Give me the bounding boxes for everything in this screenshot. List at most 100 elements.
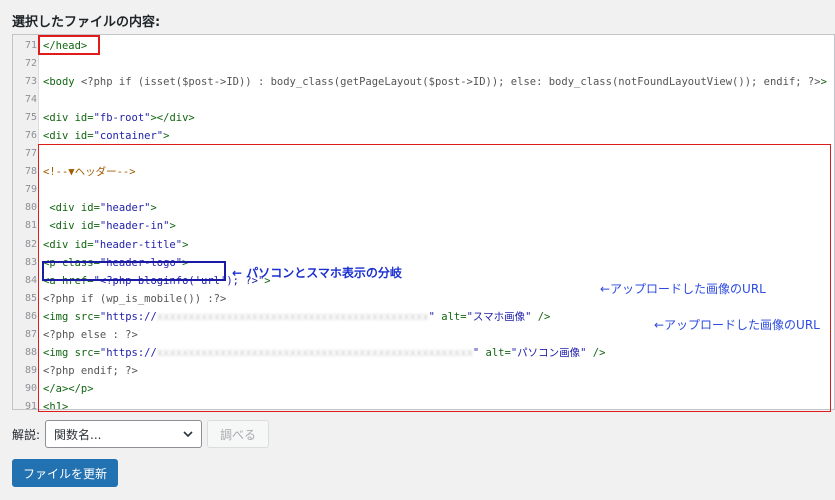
code-token: "header-in"	[99, 220, 170, 233]
mobile-url-annotation: ←アップロードした画像のURL	[600, 282, 766, 296]
code-line[interactable]: 82 <div id="header-title">	[13, 236, 834, 254]
line-number: 87	[24, 328, 37, 340]
code-line[interactable]: 72	[13, 55, 834, 73]
code-token: <div id=	[43, 202, 100, 215]
code-token: alt=	[479, 346, 511, 359]
line-number: 84	[24, 274, 37, 286]
code-line[interactable]: 81 <div id="header-in">	[13, 217, 834, 235]
line-number: 91	[24, 400, 37, 410]
code-token: alt=	[434, 310, 467, 323]
line-number: 72	[24, 58, 37, 70]
code-token: "container"	[93, 130, 164, 143]
line-number: 74	[24, 94, 37, 106]
code-token: "スマホ画像"	[466, 310, 532, 323]
code-line[interactable]: 75 <div id="fb-root"></div>	[13, 109, 834, 127]
code-text: <body <?php if (isset($post->ID)) : body…	[43, 73, 827, 91]
code-token: />	[586, 346, 606, 359]
code-text: <div id="header-in">	[43, 217, 176, 235]
line-number: 73	[24, 76, 37, 88]
chevron-down-icon	[183, 431, 193, 438]
code-text: <div id="container">	[43, 127, 169, 145]
code-token: <div id=	[43, 112, 94, 125]
code-token: </a></p>	[43, 382, 94, 395]
code-token: </head>	[43, 40, 88, 52]
code-token: >	[182, 238, 189, 251]
code-token: <p class=	[43, 256, 100, 269]
code-token: "header"	[99, 202, 151, 215]
code-line[interactable]: 77	[13, 145, 834, 163]
code-token: <?php else : ?>	[43, 328, 138, 341]
code-line[interactable]: 89 <?php endif; ?>	[13, 362, 834, 380]
file-content-title: 選択したファイルの内容:	[12, 15, 161, 30]
line-number: 77	[24, 148, 37, 160]
line-number: 88	[24, 346, 37, 358]
code-line[interactable]: 83 <p class="header-logo">	[13, 254, 834, 272]
code-token: <div id=	[43, 220, 100, 233]
line-number: 86	[24, 310, 37, 322]
code-token: <?php if (wp_is_mobile()) :?>	[43, 292, 227, 305]
code-token: <!--▼ヘッダー-->	[43, 166, 136, 179]
code-token: <img src=	[43, 310, 100, 323]
update-file-button[interactable]: ファイルを更新	[12, 459, 119, 487]
line-number: 82	[24, 238, 37, 250]
code-text: <div id="header">	[43, 199, 157, 217]
code-text: <img src="https://xxxxxxxxxxxxxxxxxxxxxx…	[43, 308, 550, 326]
code-line[interactable]: 80 <div id="header">	[13, 199, 834, 217]
line-number: 71	[24, 40, 37, 51]
code-text: <div id="header-title">	[43, 236, 188, 254]
code-editor[interactable]: 71 </head> 72 73 <body <?php if (isset($post…	[12, 34, 835, 410]
code-token: >	[820, 76, 827, 89]
code-text: <?php endif; ?>	[43, 362, 138, 380]
line-number: 89	[24, 364, 37, 376]
line-number: 79	[24, 184, 37, 196]
branch-annotation: ← パソコンとスマホ表示の分岐	[232, 266, 402, 280]
code-lines[interactable]: 71 </head> 72 73 <body <?php if (isset($post…	[13, 37, 834, 410]
function-name-select-value: 関数名...	[54, 427, 102, 442]
code-text: <?php if (wp_is_mobile()) :?>	[43, 290, 226, 308]
code-token: <h1>	[43, 400, 69, 410]
code-token: "fb-root"	[93, 112, 151, 125]
code-line[interactable]: 76 <div id="container">	[13, 127, 834, 145]
code-text: <p class="header-logo">	[43, 254, 188, 272]
function-name-select[interactable]: 関数名...	[45, 420, 203, 448]
code-text: </head>	[43, 37, 87, 55]
code-token: <?php if (isset($post->ID)) : body_class…	[80, 76, 821, 89]
line-number: 81	[24, 220, 37, 232]
code-line[interactable]: 71 </head>	[13, 37, 834, 55]
code-text: <div id="fb-root"></div>	[43, 109, 195, 127]
code-line[interactable]: 90 </a></p>	[13, 380, 834, 398]
line-number: 75	[24, 112, 37, 124]
code-token: />	[531, 310, 551, 323]
code-token: >	[169, 220, 176, 233]
line-number: 76	[24, 130, 37, 142]
line-number: 80	[24, 202, 37, 214]
code-token: <a href=	[43, 274, 94, 287]
lookup-button[interactable]: 調べる	[207, 420, 270, 448]
code-line[interactable]: 79	[13, 181, 834, 199]
theme-file-editor: 選択したファイルの内容: 71 </head> 72 73 <body <?php if…	[0, 0, 835, 500]
documentation-label: 解説:	[12, 427, 41, 442]
code-token: xxxxxxxxxxxxxxxxxxxxxxxxxxxxxxxxxxxxxxxx…	[156, 310, 429, 323]
line-number: 85	[24, 292, 37, 304]
code-text: <?php else : ?>	[43, 326, 138, 344]
code-token: <div id=	[43, 130, 94, 143]
code-line[interactable]: 91 <h1>	[13, 398, 834, 410]
code-token: "header-logo"	[99, 256, 183, 269]
code-token: ></div>	[150, 112, 195, 125]
code-text: <img src="https://xxxxxxxxxxxxxxxxxxxxxx…	[43, 344, 605, 362]
code-line[interactable]: 78 <!--▼ヘッダー-->	[13, 163, 834, 181]
line-number: 83	[24, 256, 37, 268]
code-token: <div id=	[43, 238, 94, 251]
code-line[interactable]: 74	[13, 91, 834, 109]
line-number: 78	[24, 166, 37, 178]
code-line[interactable]: 73 <body <?php if (isset($post->ID)) : bo…	[13, 73, 834, 91]
documentation-row: 解説: 関数名... 調べる	[12, 420, 270, 448]
code-token: <body	[43, 76, 81, 89]
code-token: <?php endif; ?>	[43, 364, 138, 377]
code-token: >	[182, 256, 189, 269]
code-text: </a></p>	[43, 380, 94, 398]
code-token: <img src=	[43, 346, 100, 359]
code-token: "https://	[99, 346, 157, 359]
pc-url-annotation: ←アップロードした画像のURL	[654, 318, 820, 332]
code-line[interactable]: 88 <img src="https://xxxxxxxxxxxxxxxxxxxx…	[13, 344, 834, 362]
